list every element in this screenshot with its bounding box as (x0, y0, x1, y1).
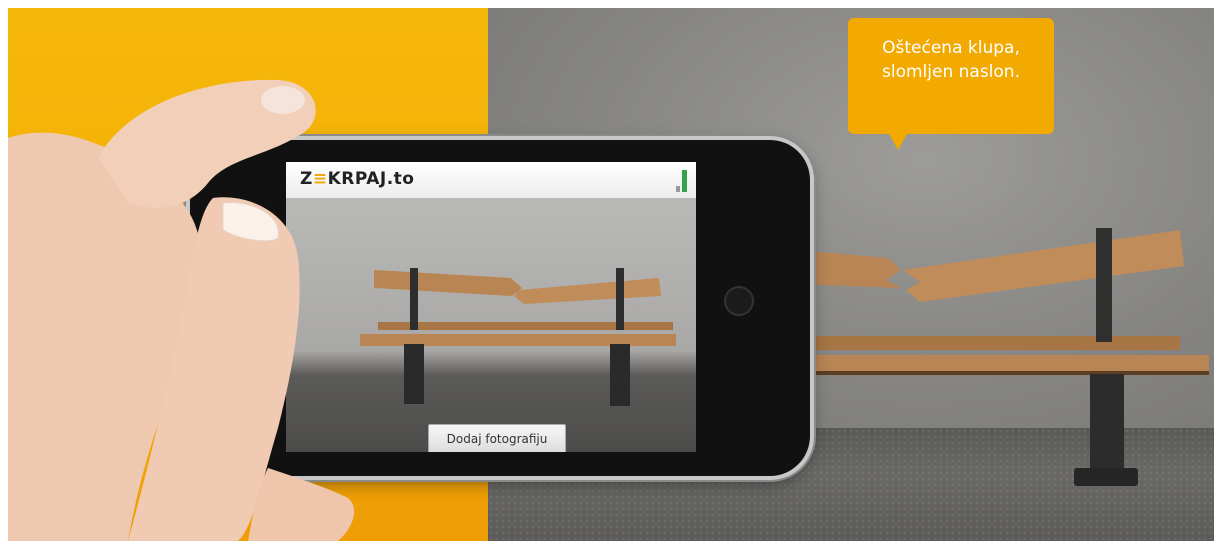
thumbnail (261, 86, 305, 114)
hand-illustration (8, 79, 355, 541)
ad-scene: Oštećena klupa, slomljen naslon. Z≡KRPAJ… (8, 8, 1214, 541)
lower-fingers (248, 468, 355, 541)
